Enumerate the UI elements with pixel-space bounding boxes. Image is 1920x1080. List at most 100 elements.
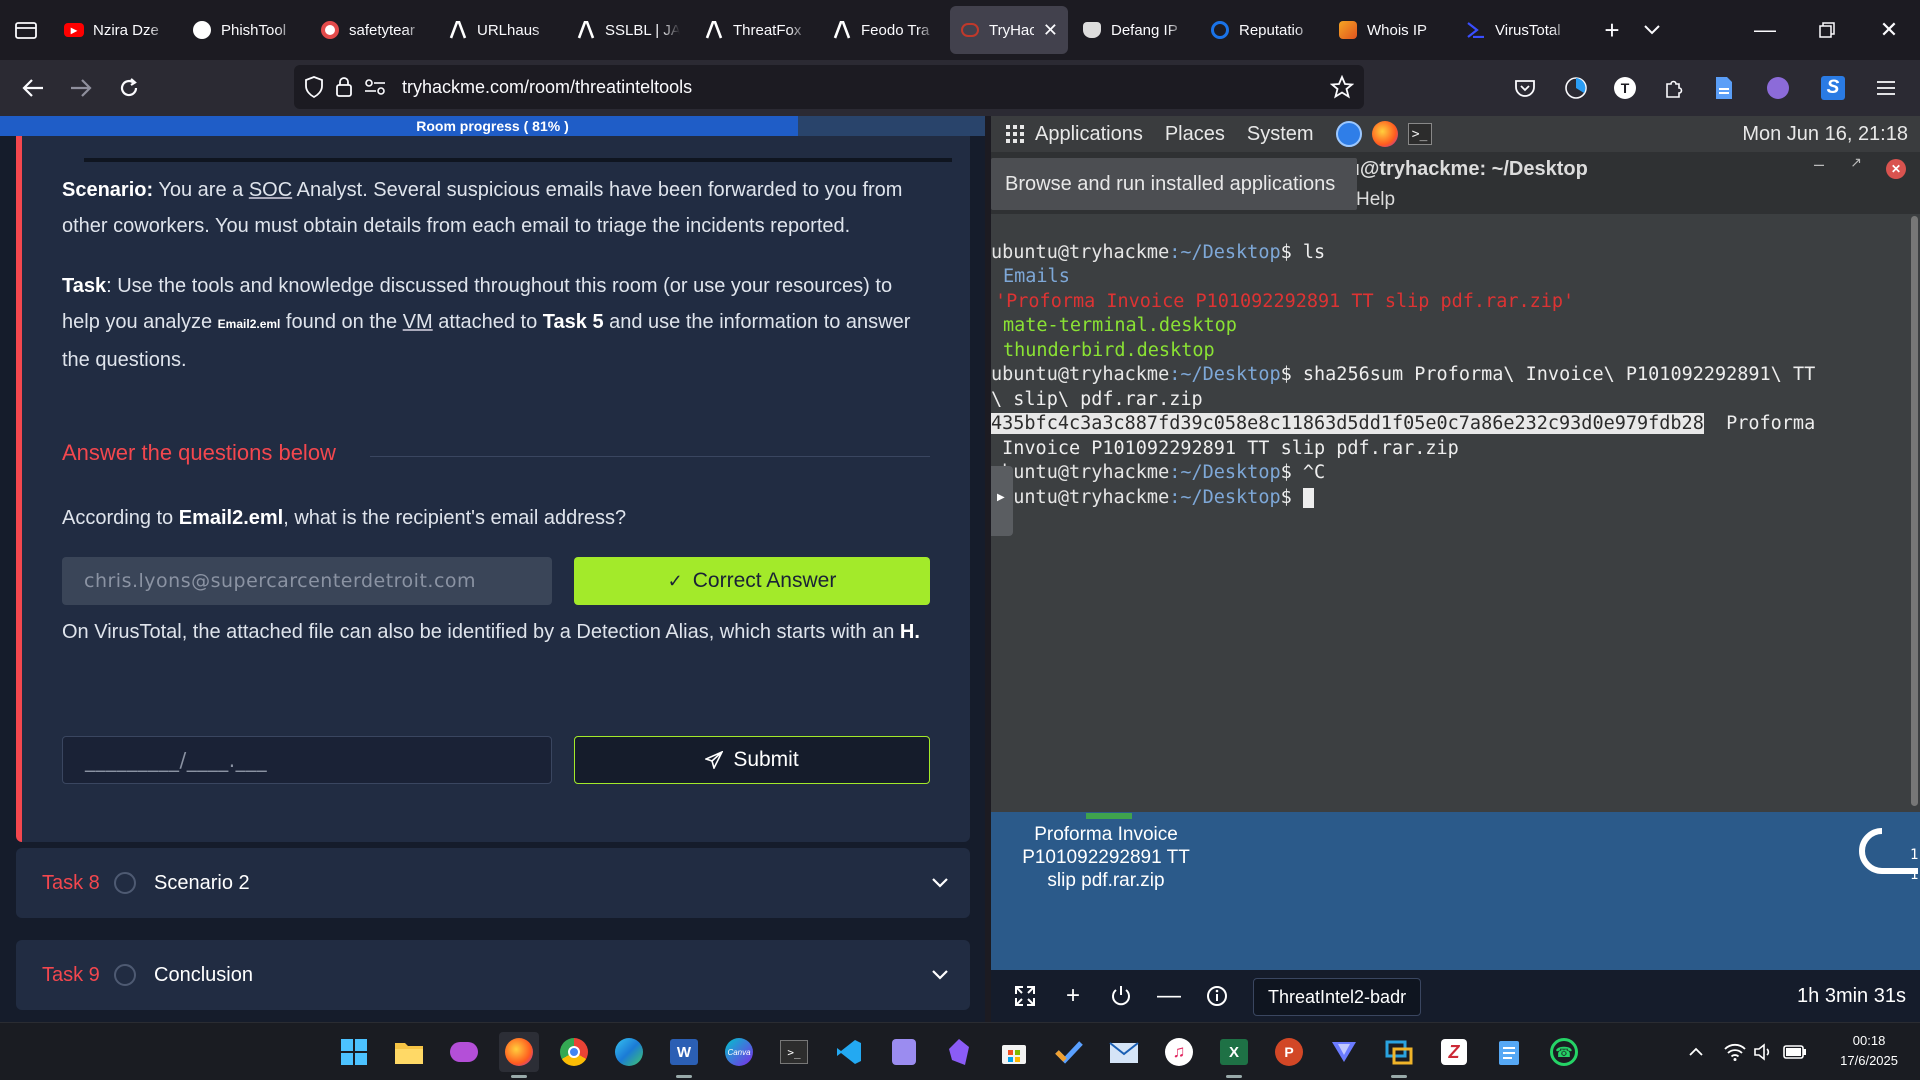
browser-tab[interactable]: ThreatFox — [694, 6, 818, 54]
places-menu[interactable]: Places — [1165, 123, 1225, 146]
wifi-button[interactable] — [1722, 1039, 1748, 1065]
show-hidden-icons-button[interactable] — [1683, 1039, 1709, 1065]
system-menu[interactable]: System — [1247, 123, 1314, 146]
desktop-trash-icon[interactable]: 11 — [1830, 819, 1920, 909]
add-time-button[interactable]: + — [1049, 972, 1097, 1020]
firefox-taskbar-button[interactable] — [499, 1032, 539, 1078]
minimize-button[interactable]: — — [1734, 0, 1796, 60]
back-button[interactable] — [9, 64, 57, 112]
mail-icon — [1109, 1042, 1139, 1063]
question-text: , what is the recipient's email address? — [283, 507, 627, 529]
desktop-file-label[interactable]: Proforma Invoice P101092292891 TT slip p… — [1011, 823, 1201, 892]
submit-button[interactable]: Submit — [574, 736, 930, 784]
browser-tab[interactable]: ▶ Nzira Dze — [54, 6, 178, 54]
terminal-taskbar-button[interactable]: >_ — [774, 1032, 814, 1072]
sha256-hash-selected[interactable]: 435bfc4c3a3c887fd39c058e8c11863d5dd1f05e… — [991, 413, 1704, 434]
apps-grid-icon[interactable] — [1005, 124, 1025, 144]
terminal-scrollbar[interactable] — [1911, 216, 1918, 806]
fullscreen-button[interactable] — [1001, 972, 1049, 1020]
canva-button[interactable]: Canva — [719, 1032, 759, 1072]
browser-tab[interactable]: Defang IP — [1072, 6, 1196, 54]
thunderbird-launcher-icon[interactable] — [1335, 121, 1362, 147]
terminal-launcher-icon[interactable]: >_ — [1407, 123, 1432, 145]
word-button[interactable]: W — [664, 1032, 704, 1078]
extension-mask-button[interactable] — [1762, 72, 1794, 104]
browser-tab[interactable]: SSLBL | JA — [566, 6, 690, 54]
vm-viewer[interactable]: Applications Places System >_ Mon Jun 16… — [991, 116, 1920, 1022]
soc-abbr: SOC — [248, 179, 293, 201]
vscode-button[interactable] — [829, 1032, 869, 1072]
terminal-maximize-icon[interactable]: ↗ — [1850, 154, 1862, 171]
lock-icon[interactable] — [334, 76, 354, 98]
extensions-button[interactable] — [1658, 72, 1690, 104]
help-menu[interactable]: Help — [1356, 189, 1395, 210]
battery-button[interactable] — [1782, 1039, 1808, 1065]
notepad-button[interactable] — [1489, 1032, 1529, 1072]
bookmark-star-icon[interactable] — [1330, 75, 1354, 99]
app-menu-button[interactable] — [1870, 72, 1902, 104]
store-button[interactable] — [994, 1032, 1034, 1072]
applications-menu[interactable]: Applications — [1035, 123, 1143, 146]
site-permissions-icon[interactable] — [364, 78, 386, 96]
powerpoint-button[interactable]: P — [1269, 1032, 1309, 1072]
answer-2-input[interactable]: _________/____.___ — [62, 736, 552, 784]
restore-button[interactable] — [1796, 0, 1858, 60]
restore-icon — [1819, 22, 1835, 38]
firefox-launcher-icon[interactable] — [1371, 121, 1398, 147]
browser-tab[interactable]: PhishTool — [182, 6, 306, 54]
task-8-row[interactable]: Task 8 Scenario 2 — [16, 848, 970, 918]
terminal-window[interactable]: tu@tryhackme: ~/Desktop – ↗ ✕ Help ubunt… — [991, 152, 1920, 812]
terminal-minimize-icon[interactable]: – — [1814, 154, 1824, 175]
timer-icon — [1565, 77, 1587, 99]
start-button[interactable] — [334, 1032, 374, 1072]
close-window-button[interactable]: ✕ — [1858, 0, 1920, 60]
new-tab-button[interactable]: + — [1592, 6, 1632, 54]
notepad-app-button[interactable] — [884, 1032, 924, 1072]
mail-button[interactable] — [1104, 1032, 1144, 1072]
volume-button[interactable] — [1750, 1039, 1776, 1065]
file-explorer-button[interactable] — [389, 1032, 429, 1072]
chrome-button[interactable] — [554, 1032, 594, 1072]
system-clock[interactable]: 00:18 17/6/2025 — [1840, 1031, 1898, 1071]
canva-icon: Canva — [725, 1038, 753, 1066]
minimize-vm-button[interactable]: — — [1145, 972, 1193, 1020]
desktop-file-icon[interactable] — [1086, 813, 1132, 819]
excel-button[interactable]: X — [1214, 1032, 1254, 1078]
browser-tab[interactable]: Reputatio — [1200, 6, 1324, 54]
url-text[interactable]: tryhackme.com/room/threatinteltools — [402, 77, 1320, 98]
mask-app-button[interactable] — [444, 1032, 484, 1072]
remote-desktop-button[interactable] — [1379, 1032, 1419, 1078]
browser-tab[interactable]: Whois IP — [1328, 6, 1452, 54]
todo-button[interactable] — [1049, 1032, 1089, 1072]
address-bar[interactable]: tryhackme.com/room/threatinteltools — [294, 65, 1364, 109]
terminal-output[interactable]: ubuntu@tryhackme:~/Desktop$ ls Emails 'Pro… — [991, 214, 1910, 812]
vm-clock[interactable]: Mon Jun 16, 21:18 — [1742, 116, 1908, 152]
tab-list-button[interactable] — [0, 0, 52, 60]
close-tab-icon[interactable]: ✕ — [1043, 20, 1058, 41]
browser-tab[interactable]: Feodo Tra — [822, 6, 946, 54]
music-button[interactable]: ♫ — [1159, 1032, 1199, 1072]
vpn-button[interactable] — [1324, 1032, 1364, 1072]
shield-icon[interactable] — [304, 76, 324, 98]
edge-button[interactable] — [609, 1032, 649, 1072]
list-all-tabs-button[interactable] — [1632, 6, 1672, 54]
vm-side-panel-handle[interactable]: ▶ — [991, 466, 1013, 536]
info-button[interactable] — [1193, 972, 1241, 1020]
extension-t-button[interactable]: T — [1609, 72, 1641, 104]
browser-tab[interactable]: safetytear — [310, 6, 434, 54]
zotero-button[interactable]: Z — [1434, 1032, 1474, 1072]
browser-tab[interactable]: TryHac ✕ — [950, 6, 1068, 54]
forward-button[interactable] — [57, 64, 105, 112]
extension-doc-button[interactable] — [1708, 72, 1740, 104]
terminate-button[interactable] — [1097, 972, 1145, 1020]
task-9-row[interactable]: Task 9 Conclusion — [16, 940, 970, 1010]
extension-timer-button[interactable] — [1560, 72, 1592, 104]
obsidian-button[interactable] — [939, 1032, 979, 1072]
extension-s-button[interactable]: S — [1817, 72, 1849, 104]
browser-tab[interactable]: VirusTotal — [1456, 6, 1580, 54]
pocket-button[interactable] — [1509, 72, 1541, 104]
browser-tab[interactable]: URLhaus — [438, 6, 562, 54]
whatsapp-button[interactable]: ☎ — [1544, 1032, 1584, 1072]
terminal-close-icon[interactable]: ✕ — [1886, 159, 1906, 179]
reload-button[interactable] — [105, 64, 153, 112]
